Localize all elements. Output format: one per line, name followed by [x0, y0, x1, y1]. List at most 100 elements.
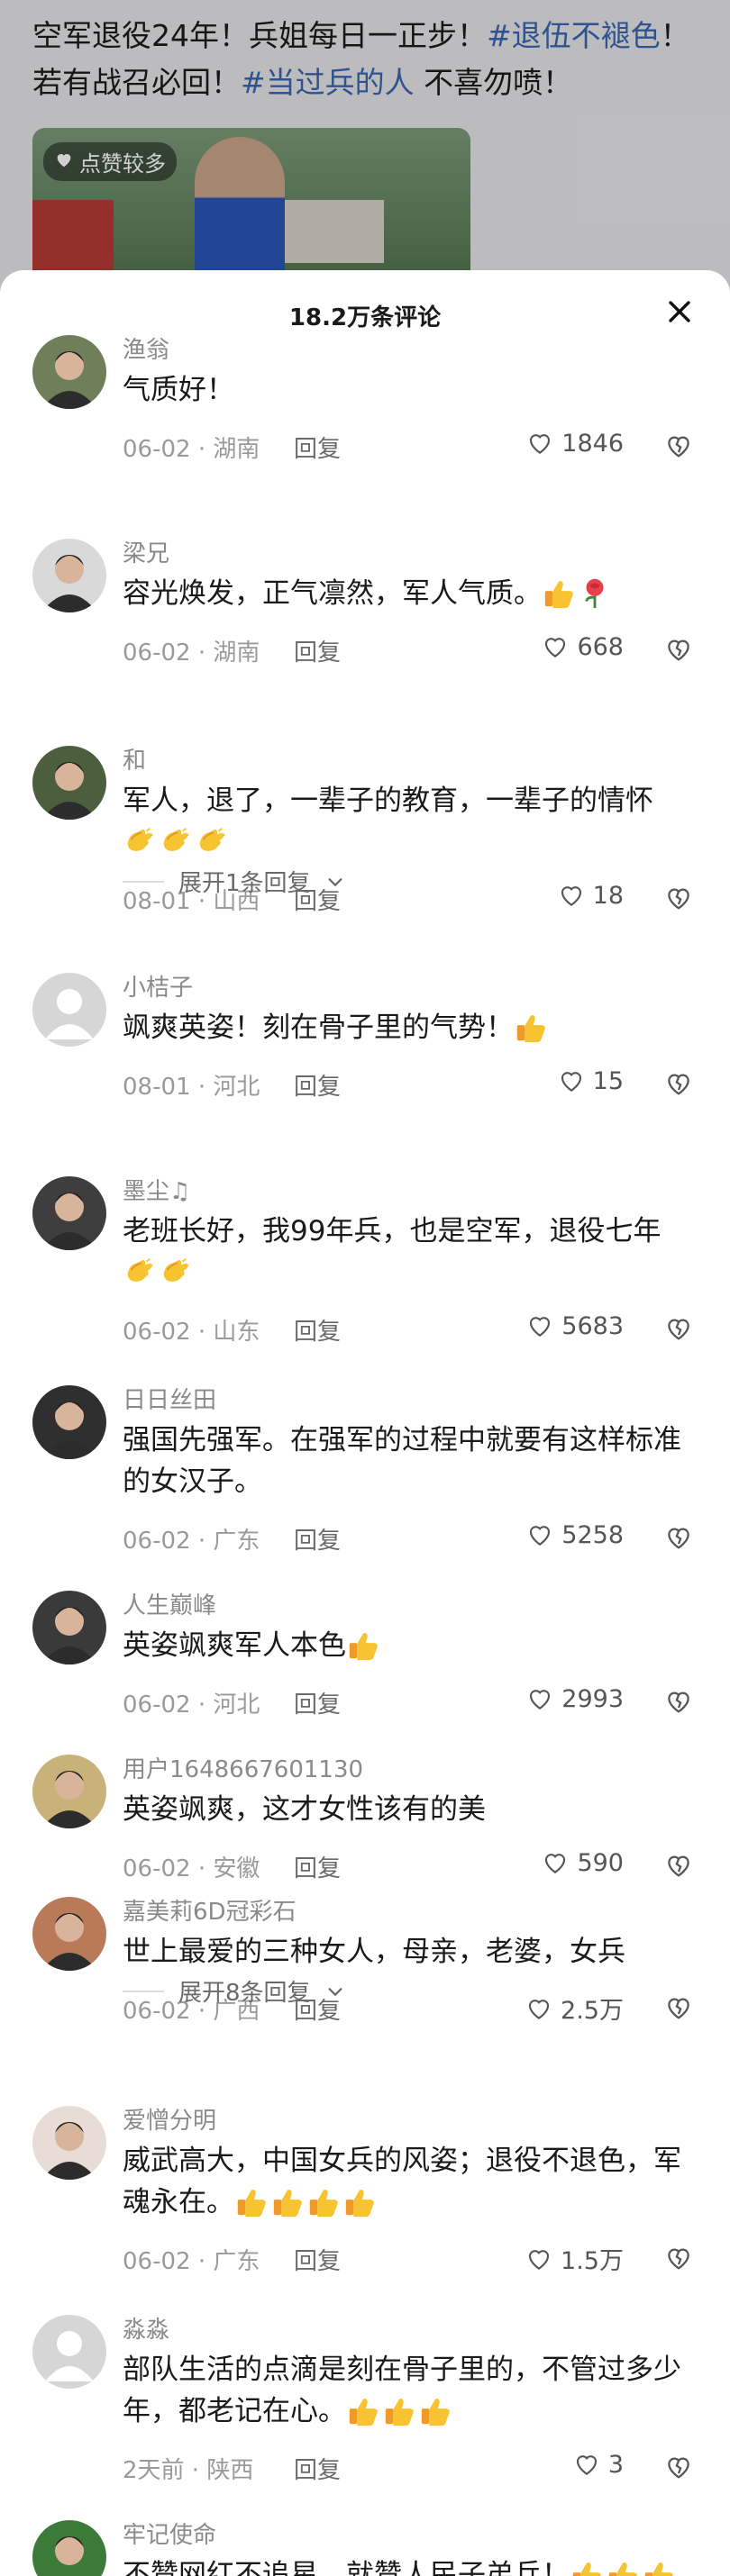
like-button[interactable]: 2993 — [525, 1684, 624, 1713]
clap-emoji-icon — [163, 1257, 189, 1282]
comment-username[interactable]: 淼淼 — [123, 2311, 169, 2345]
reply-button[interactable]: 回复 — [294, 1850, 341, 1883]
comment-username[interactable]: 渔翁 — [123, 331, 169, 365]
dim-overlay — [0, 0, 730, 306]
heart-outline-icon — [561, 886, 581, 906]
background-post: 空军退役24年！兵姐每日一正步！#退伍不褪色！若有战召必回！#当过兵的人 不喜勿… — [0, 0, 730, 308]
comment-text: 英姿飒爽军人本色 — [123, 1625, 681, 1666]
avatar-image-icon — [32, 746, 106, 820]
avatar[interactable] — [32, 2315, 106, 2389]
divider-line — [123, 1990, 164, 1992]
avatar[interactable] — [32, 2520, 106, 2576]
like-button[interactable]: 18 — [557, 881, 624, 910]
comment-text: 威武高大，中国女兵的风姿；退役不退色，军魂永在。 — [123, 2140, 681, 2223]
comment-username[interactable]: 用户1648667601130 — [123, 1751, 363, 1784]
comment-username[interactable]: 小桔子 — [123, 969, 193, 1002]
avatar[interactable] — [32, 539, 106, 612]
avatar[interactable] — [32, 1385, 106, 1459]
like-count: 15 — [592, 1066, 624, 1095]
comment-text-content: 强国先强军。在强军的过程中就要有这样标准的女汉子。 — [123, 1424, 681, 1498]
comment-username[interactable]: 爱憎分明 — [123, 2102, 216, 2136]
comment-username[interactable]: 人生巅峰 — [123, 1587, 216, 1620]
comment-username[interactable]: 日日丝田 — [123, 1382, 216, 1415]
reply-button[interactable]: 回复 — [294, 1313, 341, 1347]
comment-text: 老班长好，我99年兵，也是空军，退役七年 — [123, 1211, 681, 1293]
like-count: 590 — [577, 1848, 624, 1877]
like-button[interactable]: 2.5万 — [525, 1991, 624, 2026]
thumbs-up-emoji-icon — [544, 581, 573, 609]
comment-text: 军人，退了，一辈子的教育，一辈子的情怀 — [123, 780, 681, 863]
avatar[interactable] — [32, 335, 106, 409]
avatar-image-icon — [32, 2520, 106, 2576]
comment-sheet: 18.2万条评论 渔翁 气质好！ 06-02 · 湖南 回复 1846 梁兄 容光焕发，正气… — [0, 270, 730, 2576]
broken-heart-icon[interactable] — [663, 1992, 694, 2023]
avatar[interactable] — [32, 1755, 106, 1828]
avatar-image-icon — [32, 2315, 106, 2389]
clap-emoji-icon — [127, 1257, 153, 1282]
comment-text-content: 气质好！ — [123, 374, 234, 406]
comment-username[interactable]: 和 — [123, 742, 146, 776]
heart-outline-icon — [545, 1854, 566, 1873]
like-button[interactable]: 5258 — [525, 1520, 624, 1549]
comment-date-region: 06-02 · 广东 — [123, 1528, 260, 1555]
like-button[interactable]: 15 — [557, 1066, 624, 1095]
comment-username[interactable]: 嘉美莉6D冠彩石 — [123, 1893, 297, 1927]
like-count: 3 — [607, 2450, 624, 2479]
broken-heart-icon[interactable] — [663, 1686, 694, 1717]
like-button[interactable]: 590 — [541, 1848, 624, 1877]
close-button[interactable] — [662, 294, 698, 330]
avatar[interactable] — [32, 1897, 106, 1971]
reply-button[interactable]: 回复 — [294, 1068, 341, 1102]
broken-heart-icon[interactable] — [663, 431, 694, 461]
like-button[interactable]: 668 — [541, 632, 624, 661]
thumbs-up-emoji-icon — [421, 2399, 450, 2426]
expand-replies-label: 展开1条回复 — [178, 870, 311, 897]
expand-replies-1[interactable]: 展开1条回复 — [123, 865, 345, 898]
like-button[interactable]: 3 — [572, 2450, 624, 2479]
avatar-image-icon — [32, 335, 106, 409]
like-button[interactable]: 1.5万 — [525, 2241, 624, 2276]
comment-text-content: 老班长好，我99年兵，也是空军，退役七年 — [123, 1215, 662, 1247]
broken-heart-icon[interactable] — [663, 1068, 694, 1099]
avatar[interactable] — [32, 746, 106, 820]
avatar[interactable] — [32, 1176, 106, 1250]
reply-button[interactable]: 回复 — [294, 2243, 341, 2276]
reply-button[interactable]: 回复 — [294, 1522, 341, 1556]
broken-heart-icon[interactable] — [663, 1522, 694, 1553]
like-count: 1.5万 — [561, 2247, 624, 2275]
broken-heart-icon[interactable] — [663, 2452, 694, 2482]
comment-username[interactable]: 梁兄 — [123, 535, 169, 568]
heart-outline-icon — [530, 1317, 551, 1337]
comment-date-region: 06-02 · 山东 — [123, 1319, 260, 1346]
thumbs-up-emoji-icon — [644, 2562, 673, 2576]
thumbs-up-emoji-icon — [572, 2562, 601, 2576]
thumbs-up-emoji-icon — [345, 2190, 374, 2218]
broken-heart-icon[interactable] — [663, 1313, 694, 1344]
reply-button[interactable]: 回复 — [294, 634, 341, 667]
comment-date-region: 08-01 · 河北 — [123, 1074, 260, 1101]
heart-outline-icon — [530, 1526, 551, 1546]
broken-heart-icon[interactable] — [663, 883, 694, 913]
comment-username[interactable]: 墨尘♫ — [123, 1173, 190, 1206]
avatar[interactable] — [32, 2106, 106, 2180]
like-count: 2.5万 — [561, 1997, 624, 2025]
heart-outline-icon — [530, 434, 551, 454]
heart-outline-icon — [576, 2455, 597, 2475]
thumbs-up-emoji-icon — [237, 2190, 266, 2218]
expand-replies-8[interactable]: 展开8条回复 — [123, 1974, 345, 2008]
avatar[interactable] — [32, 1591, 106, 1664]
comment-text-content: 飒爽英姿！刻在骨子里的气势！ — [123, 1011, 514, 1044]
avatar[interactable] — [32, 973, 106, 1047]
clap-emoji-icon — [127, 827, 153, 851]
broken-heart-icon[interactable] — [663, 2243, 694, 2273]
reply-button[interactable]: 回复 — [294, 1686, 341, 1719]
broken-heart-icon[interactable] — [663, 634, 694, 665]
divider-line — [123, 880, 164, 883]
broken-heart-icon[interactable] — [663, 1850, 694, 1881]
reply-button[interactable]: 回复 — [294, 431, 341, 464]
comment-text: 不赞网红不追星，就赞人民子弟兵！ — [123, 2554, 681, 2576]
comment-username[interactable]: 牢记使命 — [123, 2517, 216, 2550]
like-button[interactable]: 5683 — [525, 1311, 624, 1340]
reply-button[interactable]: 回复 — [294, 2452, 341, 2485]
like-button[interactable]: 1846 — [525, 429, 624, 458]
